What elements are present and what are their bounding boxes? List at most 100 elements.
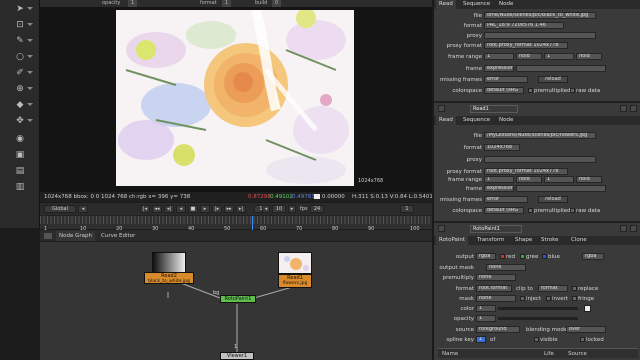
tab-sequence[interactable]: Sequence <box>460 116 493 125</box>
tab-node[interactable]: Node <box>496 0 516 9</box>
tab-shape[interactable]: Shape <box>512 236 535 245</box>
panel-close-icon[interactable] <box>630 225 637 232</box>
mask-dropdown[interactable]: none <box>476 295 516 302</box>
circle-tool-icon[interactable]: ○ <box>7 50 33 64</box>
invert-checkbox[interactable] <box>546 296 551 301</box>
frame-field[interactable] <box>516 65 606 72</box>
premultiply-dropdown[interactable]: none <box>476 274 516 281</box>
read2-thumbnail[interactable] <box>152 252 186 274</box>
tab-stroke[interactable]: Stroke <box>538 236 562 245</box>
missing-frames-dropdown[interactable]: error <box>484 76 528 83</box>
fps-field[interactable]: 24 <box>310 205 324 213</box>
bezier-tool-icon[interactable]: ✎ <box>7 34 33 48</box>
global-dropdown[interactable]: Global <box>44 205 76 213</box>
format-dropdown[interactable]: root.format <box>476 285 512 292</box>
red-checkbox[interactable] <box>500 254 505 259</box>
color-slider[interactable] <box>498 307 578 310</box>
colorspace-dropdown[interactable]: default (sRG <box>484 207 524 214</box>
panel-close-icon[interactable] <box>630 105 637 112</box>
hold-dropdown-2[interactable]: hold <box>576 53 602 60</box>
source-dropdown[interactable]: foreground <box>476 326 520 333</box>
tab-sequence[interactable]: Sequence <box>460 0 493 9</box>
premultiplied-checkbox[interactable] <box>528 88 533 93</box>
panel-float-icon[interactable] <box>620 105 627 112</box>
blur-tool-icon[interactable]: ◆ <box>7 98 33 112</box>
inject-checkbox[interactable] <box>520 296 525 301</box>
frame-dropdown[interactable]: expression <box>484 185 514 192</box>
read2-node[interactable]: Read2 black_to_white.jpg <box>144 272 194 284</box>
read1-node[interactable]: Read1 flowers.jpg <box>278 274 312 288</box>
file-field[interactable]: /MyLessons/Nuke/scenes/pic/flowers.jpg <box>484 132 596 139</box>
source-column[interactable]: Source <box>568 351 587 357</box>
tab-curve-editor[interactable]: Curve Editor <box>98 231 138 241</box>
format-field[interactable]: 1 <box>222 0 232 7</box>
tab-node-graph[interactable]: Node Graph <box>56 231 95 241</box>
frame-left-arrow-icon[interactable]: ◂ <box>78 205 88 213</box>
colorspace-dropdown[interactable]: default (sRG <box>484 87 524 94</box>
tab-transform[interactable]: Transform <box>474 236 507 245</box>
clip-to-dropdown[interactable]: format <box>538 285 568 292</box>
color-field[interactable]: 1 <box>476 305 496 312</box>
proxy-format-dropdown[interactable]: root.proxy_format 1024x778 <box>484 168 568 175</box>
reload-button[interactable]: reload <box>538 196 568 203</box>
output-mask-dropdown[interactable]: none <box>486 264 526 271</box>
format-dropdown[interactable]: PAL_16:9 720x576 1.46 <box>484 22 564 29</box>
eye-icon[interactable]: ◉ <box>7 132 33 146</box>
node-graph[interactable]: Read2 black_to_white.jpg Read1 flowers.j… <box>40 242 432 360</box>
opacity-field[interactable]: 1 <box>128 0 138 7</box>
play-icon[interactable]: ▸ <box>200 205 210 213</box>
next-frame-icon[interactable]: |▸ <box>212 205 222 213</box>
locked-checkbox[interactable] <box>580 337 585 342</box>
proxy-format-dropdown[interactable]: root.proxy_format 1024x778 <box>484 42 568 49</box>
next-keyframe-icon[interactable]: ▸▸ <box>224 205 234 213</box>
roto-name-field[interactable]: RotoPaint1 <box>470 225 522 233</box>
rotopaint-node[interactable]: RotoPaint1 <box>220 295 256 303</box>
frame-range-start[interactable]: 1 <box>484 176 514 183</box>
playhead[interactable] <box>252 216 253 230</box>
hold-dropdown-2[interactable]: hold <box>576 176 602 183</box>
frame-dropdown[interactable]: expression <box>484 65 514 72</box>
raw-data-checkbox[interactable] <box>570 88 575 93</box>
green-checkbox[interactable] <box>520 254 525 259</box>
lock-icon[interactable]: ▣ <box>7 148 33 162</box>
end-frame-field[interactable]: 1 <box>400 205 414 213</box>
build-field[interactable]: 0 <box>272 0 282 7</box>
output-dropdown[interactable]: rgba <box>476 253 496 260</box>
replace-checkbox[interactable] <box>572 286 577 291</box>
fringe-checkbox[interactable] <box>572 296 577 301</box>
read1-thumbnail[interactable] <box>278 252 312 274</box>
name-column[interactable]: Name <box>442 351 458 357</box>
premultiplied-checkbox[interactable] <box>528 208 533 213</box>
spline-key-field[interactable]: 1 <box>476 336 486 343</box>
panel-collapse-icon[interactable] <box>438 105 445 112</box>
stop-icon[interactable]: ■ <box>188 205 198 213</box>
frame-field[interactable] <box>516 185 606 192</box>
opacity-field[interactable]: 1 <box>476 315 496 322</box>
color-swatch-icon[interactable] <box>584 305 591 312</box>
step-right-icon[interactable]: ▸ <box>288 205 296 213</box>
frame-range-start[interactable]: 1 <box>484 53 514 60</box>
prev-frame-icon[interactable]: ◂| <box>164 205 174 213</box>
tab-clone[interactable]: Clone <box>568 236 590 245</box>
read1-name-field[interactable]: Read1 <box>470 105 518 113</box>
panel-collapse-icon[interactable] <box>438 225 445 232</box>
blending-mode-dropdown[interactable]: over <box>566 326 606 333</box>
hold-dropdown[interactable]: hold <box>516 53 542 60</box>
tab-read[interactable]: Read <box>436 116 456 125</box>
play-back-icon[interactable]: ◂ <box>176 205 186 213</box>
frame-range-end[interactable]: 1 <box>544 176 574 183</box>
layers-icon[interactable]: ▤ <box>7 164 33 178</box>
points-tool-icon[interactable]: ⊡ <box>7 18 33 32</box>
missing-frames-dropdown[interactable]: error <box>484 196 528 203</box>
pane-menu-icon[interactable] <box>44 233 52 239</box>
brush-tool-icon[interactable]: ✐ <box>7 66 33 80</box>
tab-read[interactable]: Read <box>436 0 456 9</box>
raw-data-checkbox[interactable] <box>570 208 575 213</box>
tab-rotopaint[interactable]: RotoPaint <box>436 236 469 245</box>
last-frame-icon[interactable]: ▸| <box>236 205 246 213</box>
panel-float-icon[interactable] <box>620 225 627 232</box>
first-frame-icon[interactable]: |◂ <box>140 205 150 213</box>
frame-step-icon[interactable]: ◂ <box>262 205 270 213</box>
file-field[interactable]: ome/Nuke/scenes/pic/black_to_white.jpg <box>484 12 596 19</box>
tab-node[interactable]: Node <box>496 116 516 125</box>
